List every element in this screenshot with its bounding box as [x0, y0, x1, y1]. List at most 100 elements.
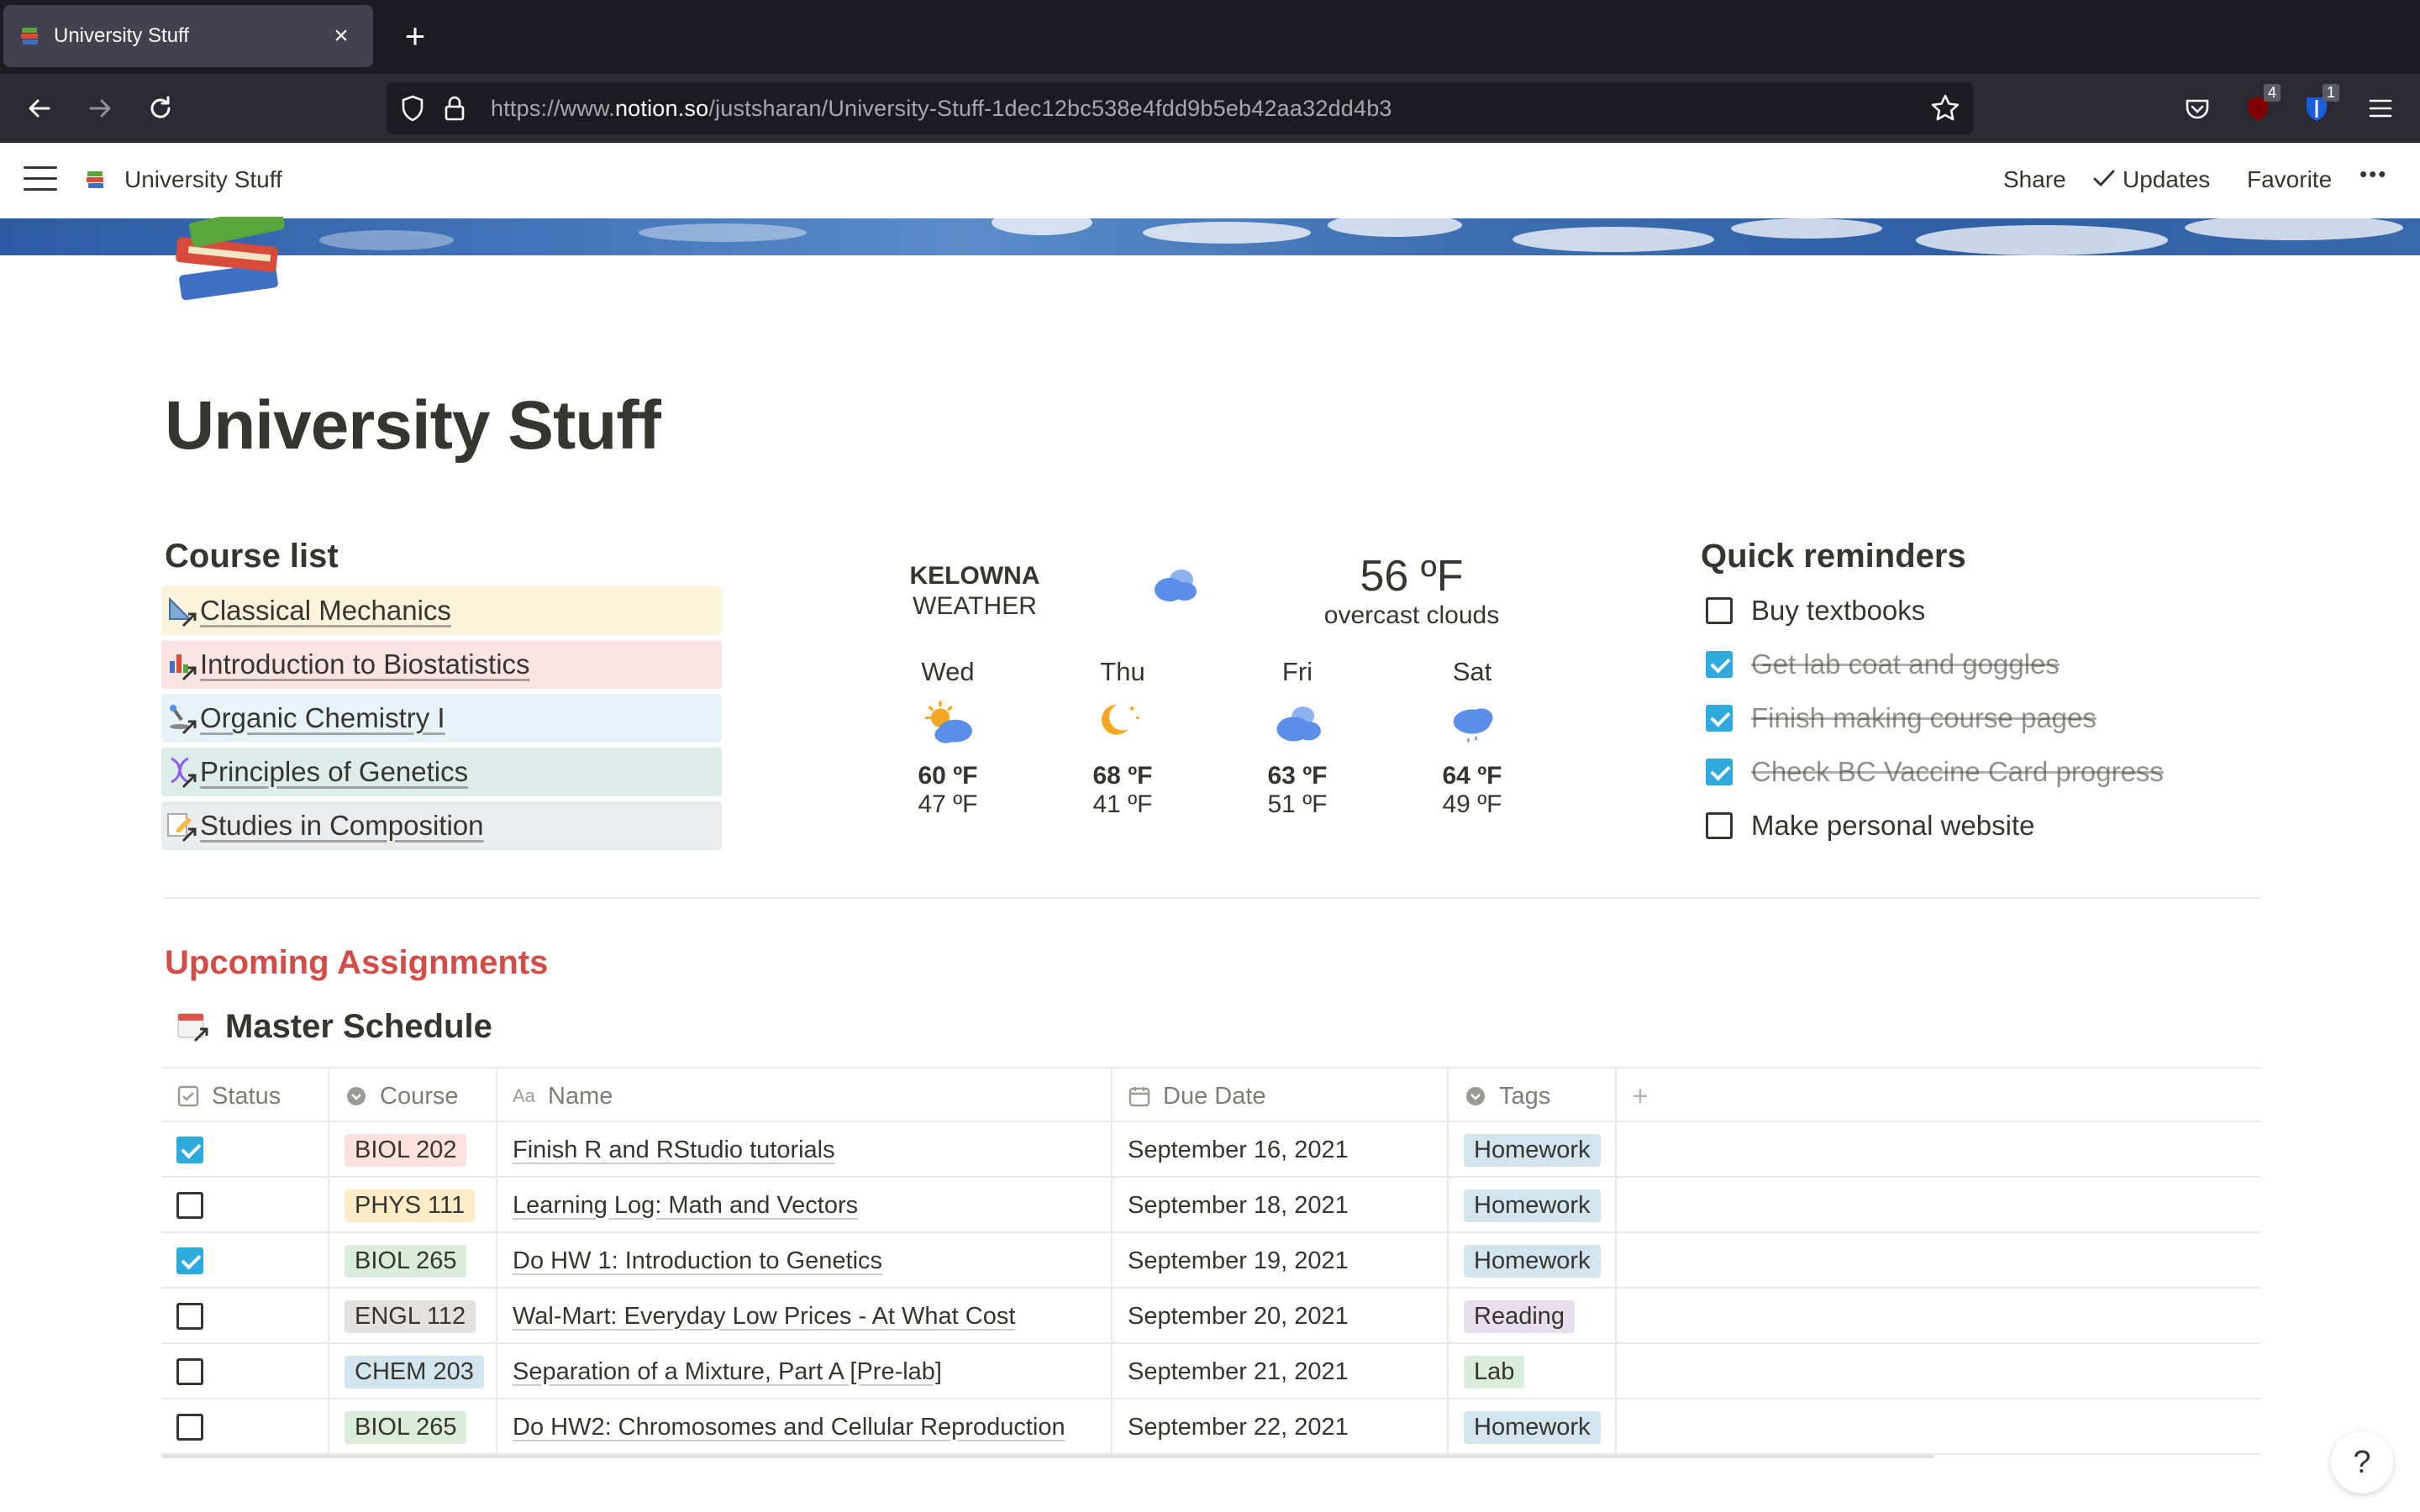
due-date-cell[interactable]: September 21, 2021	[1113, 1344, 1449, 1399]
table-row[interactable]: CHEM 203 Separation of a Mixture, Part A …	[161, 1344, 2260, 1399]
ublock-extension-button[interactable]: 4	[2235, 84, 2281, 131]
status-checkbox[interactable]	[176, 1192, 203, 1219]
tags-cell[interactable]: Lab	[1449, 1344, 1617, 1399]
name-cell[interactable]: Learning Log: Math and Vectors	[497, 1178, 1113, 1233]
course-link-item[interactable]: Principles of Genetics	[161, 748, 722, 796]
assignment-name[interactable]: Do HW2: Chromosomes and Cellular Reprodu…	[513, 1414, 1065, 1441]
reminder-checkbox[interactable]	[1706, 705, 1733, 732]
assignment-name[interactable]: Do HW 1: Introduction to Genetics	[513, 1247, 882, 1275]
name-cell[interactable]: Separation of a Mixture, Part A [Pre-lab…	[497, 1344, 1113, 1399]
browser-tab[interactable]: University Stuff ×	[3, 5, 373, 67]
reminder-checkbox[interactable]	[1706, 812, 1733, 839]
master-schedule-title[interactable]: Master Schedule	[176, 1008, 492, 1046]
reload-button[interactable]	[138, 86, 183, 131]
course-link-item[interactable]: Classical Mechanics	[161, 586, 722, 635]
tags-cell[interactable]: Homework	[1449, 1178, 1617, 1233]
column-header-due-date[interactable]: Due Date	[1113, 1068, 1449, 1124]
tags-cell[interactable]: Reading	[1449, 1289, 1617, 1344]
reminder-checkbox[interactable]	[1706, 759, 1733, 785]
pocket-button[interactable]	[2175, 86, 2220, 131]
due-date-cell[interactable]: September 18, 2021	[1113, 1178, 1449, 1233]
tab-close-icon[interactable]: ×	[324, 22, 358, 50]
bookmark-star-icon[interactable]	[1929, 92, 1961, 124]
column-header-status[interactable]: Status	[161, 1068, 329, 1124]
table-row[interactable]: BIOL 265 Do HW2: Chromosomes and Cellular…	[161, 1399, 2260, 1455]
url-bar[interactable]: https://www.notion.so/justsharan/Univers…	[387, 82, 1973, 134]
reminder-label[interactable]: Check BC Vaccine Card progress	[1751, 756, 2164, 788]
status-checkbox[interactable]	[176, 1137, 203, 1163]
table-row[interactable]: PHYS 111 Learning Log: Math and Vectors Se…	[161, 1178, 2260, 1233]
divider	[165, 897, 2260, 899]
page-cover-image[interactable]	[0, 218, 2420, 255]
lock-icon[interactable]	[442, 94, 467, 123]
weather-current: 56 ºF overcast clouds	[1294, 551, 1529, 630]
table-horizontal-scrollbar[interactable]	[161, 1455, 1934, 1458]
bitwarden-extension-button[interactable]: 1	[2294, 84, 2339, 131]
due-date-cell[interactable]: September 19, 2021	[1113, 1233, 1449, 1289]
reminder-label[interactable]: Make personal website	[1751, 810, 2035, 842]
due-date-cell[interactable]: September 22, 2021	[1113, 1399, 1449, 1455]
favorite-button[interactable]: Favorite	[2247, 166, 2332, 193]
back-arrow-icon	[29, 99, 50, 118]
status-checkbox[interactable]	[176, 1358, 203, 1385]
tags-cell[interactable]: Homework	[1449, 1233, 1617, 1289]
page-title[interactable]: University Stuff	[165, 386, 661, 465]
status-checkbox[interactable]	[176, 1414, 203, 1441]
course-link-item[interactable]: Introduction to Biostatistics	[161, 640, 722, 689]
name-cell[interactable]: Do HW2: Chromosomes and Cellular Reprodu…	[497, 1399, 1113, 1455]
course-cell[interactable]: BIOL 265	[329, 1399, 497, 1455]
new-tab-button[interactable]: +	[395, 17, 435, 57]
add-property-button[interactable]: +	[1617, 1068, 2260, 1124]
column-header-name[interactable]: Aa Name	[497, 1068, 1113, 1124]
course-cell[interactable]: ENGL 112	[329, 1289, 497, 1344]
course-cell[interactable]: CHEM 203	[329, 1344, 497, 1399]
sidebar-toggle-icon[interactable]	[24, 166, 57, 193]
tracking-shield-icon[interactable]	[398, 94, 427, 123]
status-checkbox[interactable]	[176, 1303, 203, 1330]
reminder-label[interactable]: Buy textbooks	[1751, 595, 1925, 627]
reminder-checkbox[interactable]	[1706, 651, 1733, 678]
course-cell[interactable]: BIOL 265	[329, 1233, 497, 1289]
more-options-icon[interactable]: •••	[2360, 161, 2387, 187]
forward-button[interactable]	[77, 86, 123, 131]
table-row[interactable]: BIOL 265 Do HW 1: Introduction to Genetic…	[161, 1233, 2260, 1289]
table-row[interactable]: ENGL 112 Wal-Mart: Everyday Low Prices - …	[161, 1289, 2260, 1344]
column-header-course[interactable]: Course	[329, 1068, 497, 1124]
reminder-label[interactable]: Finish making course pages	[1751, 702, 2096, 734]
name-cell[interactable]: Finish R and RStudio tutorials	[497, 1122, 1113, 1178]
multi-select-property-icon	[1466, 1087, 1485, 1105]
reminder-label[interactable]: Get lab coat and goggles	[1751, 648, 2060, 680]
tag-pill: Homework	[1464, 1189, 1601, 1222]
course-link-item[interactable]: Organic Chemistry I	[161, 694, 722, 743]
tags-cell[interactable]: Homework	[1449, 1399, 1617, 1455]
forecast-day: Wed 60 ºF 47 ºF	[897, 657, 998, 819]
updates-button[interactable]: Updates	[2092, 166, 2210, 193]
status-checkbox[interactable]	[176, 1247, 203, 1274]
course-link-item[interactable]: Studies in Composition	[161, 801, 722, 850]
due-date-cell[interactable]: September 20, 2021	[1113, 1289, 1449, 1344]
books-page-icon[interactable]	[168, 217, 294, 318]
assignment-name[interactable]: Separation of a Mixture, Part A [Pre-lab…	[513, 1358, 942, 1386]
breadcrumb-page-title[interactable]: University Stuff	[124, 166, 282, 193]
help-button[interactable]: ?	[2331, 1431, 2393, 1494]
column-header-tags[interactable]: Tags	[1449, 1068, 1617, 1124]
assignment-name[interactable]: Learning Log: Math and Vectors	[513, 1192, 858, 1220]
back-button[interactable]	[17, 86, 62, 131]
course-cell[interactable]: PHYS 111	[329, 1178, 497, 1233]
app-menu-button[interactable]	[2358, 86, 2403, 131]
reminder-checkbox[interactable]	[1706, 597, 1733, 624]
share-button[interactable]: Share	[2003, 166, 2066, 193]
url-text[interactable]: https://www.notion.so/justsharan/Univers…	[491, 96, 1392, 122]
tab-title: University Stuff	[54, 24, 189, 47]
name-cell[interactable]: Do HW 1: Introduction to Genetics	[497, 1233, 1113, 1289]
table-row[interactable]: BIOL 202 Finish R and RStudio tutorials Se…	[161, 1122, 2260, 1178]
assignment-name[interactable]: Finish R and RStudio tutorials	[513, 1137, 835, 1164]
due-date-cell[interactable]: September 16, 2021	[1113, 1122, 1449, 1178]
assignment-name[interactable]: Wal-Mart: Everyday Low Prices - At What …	[513, 1303, 1015, 1331]
tags-cell[interactable]: Homework	[1449, 1122, 1617, 1178]
forecast-day: Sat 64 ºF 49 ºF	[1422, 657, 1523, 819]
course-cell[interactable]: BIOL 202	[329, 1122, 497, 1178]
name-cell[interactable]: Wal-Mart: Everyday Low Prices - At What …	[497, 1289, 1113, 1344]
status-cell	[161, 1233, 329, 1289]
calendar-link-icon	[177, 1012, 208, 1042]
